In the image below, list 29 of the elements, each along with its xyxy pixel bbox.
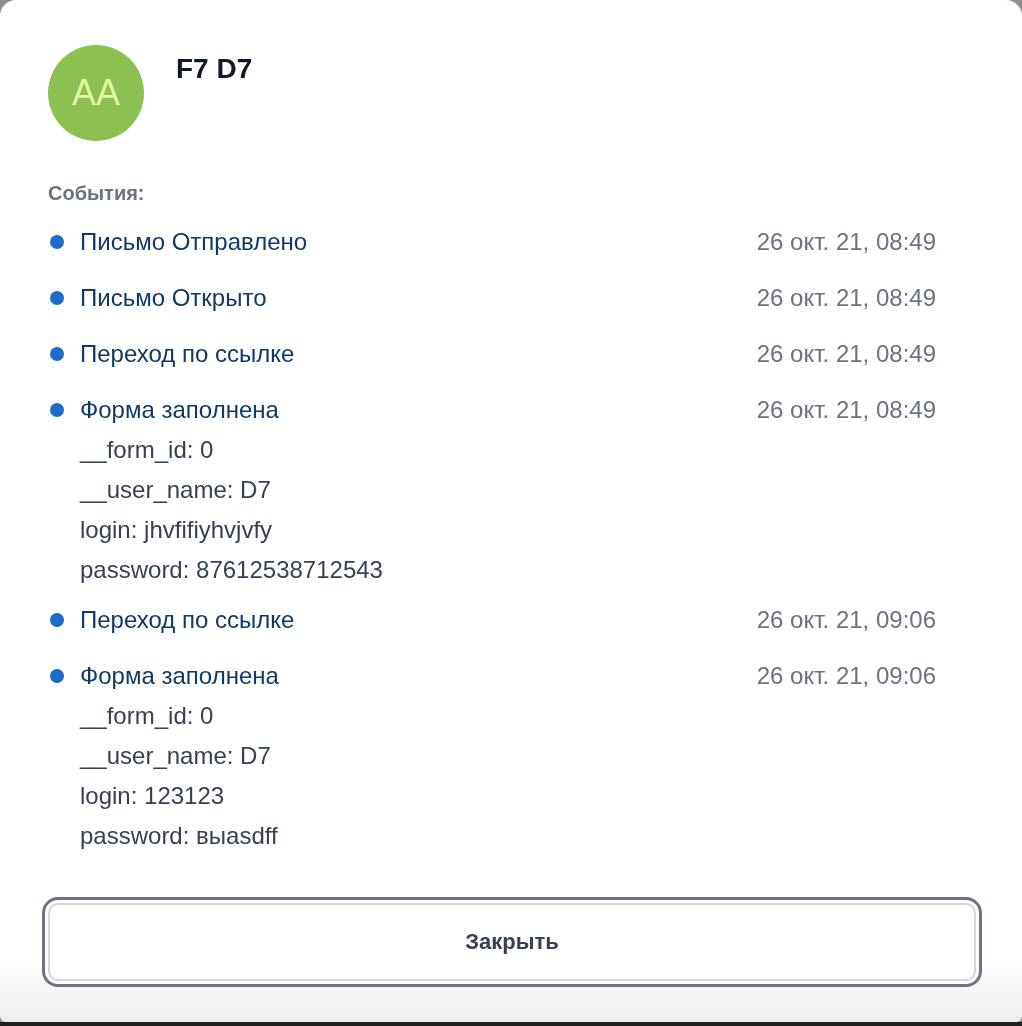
event-title: Письмо Отправлено	[80, 227, 309, 257]
status-dot-icon	[50, 613, 64, 627]
event-time: 26 окт. 21, 08:49	[756, 227, 936, 257]
status-dot-icon	[50, 291, 64, 305]
event-detail: login: 123123	[80, 781, 226, 811]
event-time: 26 окт. 21, 08:49	[756, 283, 936, 313]
event-title: Форма заполнена	[80, 395, 280, 425]
status-dot-icon	[50, 347, 64, 361]
event-title: Письмо Открыто	[80, 283, 268, 313]
event-title: Форма заполнена	[80, 661, 280, 691]
status-dot-icon	[50, 235, 64, 249]
event-time: 26 окт. 21, 08:49	[756, 395, 936, 425]
event-time: 26 окт. 21, 09:06	[756, 605, 936, 635]
event-detail: __user_name: D7	[80, 475, 272, 505]
status-dot-icon	[50, 403, 64, 417]
event-detail: __user_name: D7	[80, 741, 272, 771]
event-detail: password: 87612538712543	[80, 555, 384, 585]
status-dot-icon	[50, 669, 64, 683]
event-title: Переход по ссылке	[80, 605, 296, 635]
event-detail: __form_id: 0	[80, 701, 215, 731]
avatar: AA	[48, 45, 144, 141]
event-detail: login: jhvfifiyhvjvfy	[80, 515, 274, 545]
contact-name: F7 D7	[176, 52, 253, 86]
event-detail: __form_id: 0	[80, 435, 215, 465]
event-time: 26 окт. 21, 09:06	[756, 661, 936, 691]
event-title: Переход по ссылке	[80, 339, 296, 369]
event-time: 26 окт. 21, 08:49	[756, 339, 936, 369]
event-detail: password: выasdff	[80, 821, 279, 851]
events-heading: События:	[48, 181, 146, 205]
